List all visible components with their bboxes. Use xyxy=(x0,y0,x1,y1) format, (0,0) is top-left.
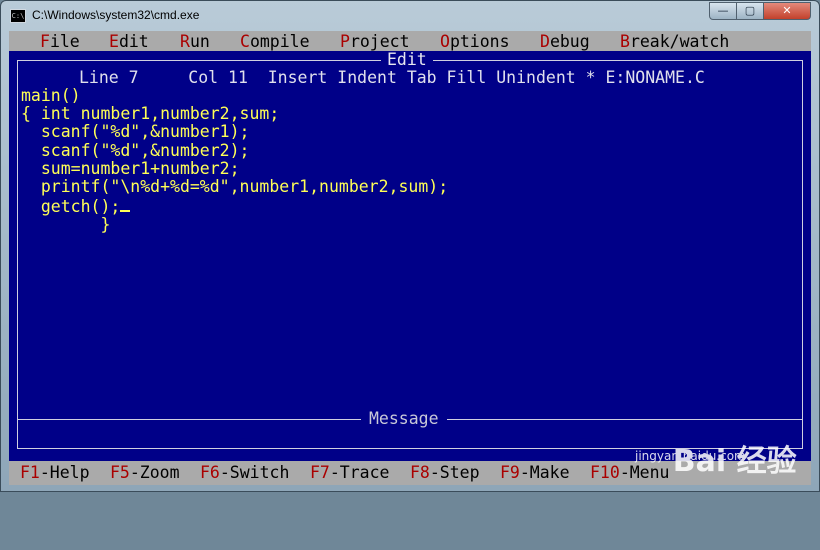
code-line: } xyxy=(21,215,111,235)
menu-project[interactable]: Project xyxy=(340,32,410,52)
menu-compile[interactable]: Compile xyxy=(240,32,310,52)
fkey-zoom[interactable]: F5-Zoom xyxy=(110,463,180,483)
fkey-step[interactable]: F8-Step xyxy=(410,463,480,483)
code-line: scanf("%d",&number2); xyxy=(21,140,250,160)
menu-run[interactable]: Run xyxy=(180,32,210,52)
fkey-trace[interactable]: F7-Trace xyxy=(310,463,389,483)
maximize-button[interactable]: ▢ xyxy=(736,2,764,20)
menu-break-watch[interactable]: Break/watch xyxy=(620,32,729,52)
message-window-title: Message xyxy=(361,410,447,428)
source-code[interactable]: main() { int number1,number2,sum; scanf(… xyxy=(21,86,449,235)
text-cursor xyxy=(120,196,131,213)
title-bar[interactable]: C:\ C:\Windows\system32\cmd.exe — ▢ ✕ xyxy=(1,1,819,31)
edit-window-title: Edit xyxy=(381,51,433,69)
fkey-help[interactable]: F1-Help xyxy=(20,463,90,483)
fkey-switch[interactable]: F6-Switch xyxy=(200,463,289,483)
editor-status-line: Line 7 Col 11 Insert Indent Tab Fill Uni… xyxy=(79,68,705,87)
menu-bar: File Edit Run Compile Project Options De… xyxy=(9,31,811,51)
minimize-button[interactable]: — xyxy=(709,2,737,20)
code-line: { int number1,number2,sum; xyxy=(21,104,280,124)
code-line: getch(); xyxy=(21,197,121,217)
code-line: scanf("%d",&number1); xyxy=(21,122,250,142)
fkey-make[interactable]: F9-Make xyxy=(500,463,570,483)
menu-options[interactable]: Options xyxy=(440,32,510,52)
cmd-window: C:\ C:\Windows\system32\cmd.exe — ▢ ✕ Fi… xyxy=(0,0,820,492)
code-line: printf("\n%d+%d=%d",number1,number2,sum)… xyxy=(21,177,449,197)
baidu-watermark: Bai 经验 jingyan.baidu.com xyxy=(631,401,797,550)
editor-pane[interactable]: Edit Line 7 Col 11 Insert Indent Tab Fil… xyxy=(9,51,811,461)
close-button[interactable]: ✕ xyxy=(763,2,811,20)
window-title: C:\Windows\system32\cmd.exe xyxy=(32,8,200,22)
code-line: sum=number1+number2; xyxy=(21,158,240,178)
cmd-icon: C:\ xyxy=(10,9,26,23)
menu-file[interactable]: File xyxy=(40,32,80,52)
menu-edit[interactable]: Edit xyxy=(109,32,149,52)
menu-debug[interactable]: Debug xyxy=(540,32,590,52)
watermark-url: jingyan.baidu.com xyxy=(635,449,746,463)
code-line: main() xyxy=(21,86,81,105)
